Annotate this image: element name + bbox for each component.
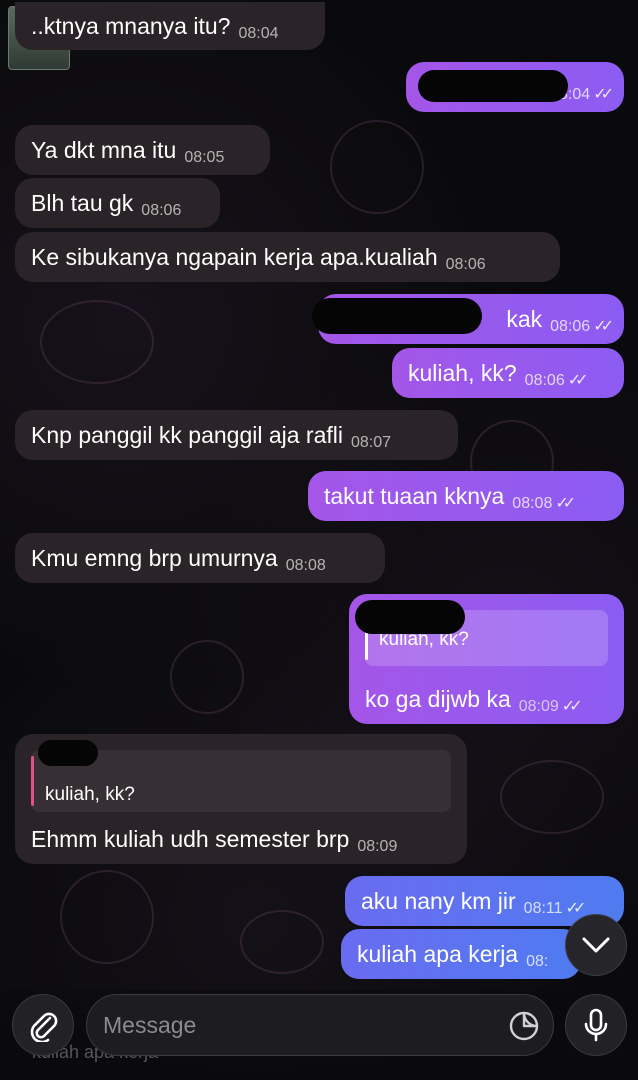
message-text: Kmu emng brp umurnya xyxy=(31,545,278,571)
sticker-icon xyxy=(509,1011,539,1041)
doodle-decoration xyxy=(500,760,604,834)
double-check-icon: ✓✓ xyxy=(561,698,583,715)
message-text: kuliah, kk? xyxy=(408,360,517,386)
message-time: 08:06 xyxy=(524,372,565,389)
message-text: Ke sibukanya ngapain kerja apa.kualiah xyxy=(31,244,438,270)
message-time: 08:06 xyxy=(141,202,182,219)
message-time: 08:05 xyxy=(184,149,225,166)
chevron-down-icon xyxy=(582,937,610,953)
redaction xyxy=(418,70,568,102)
incoming-message[interactable]: ..ktnya mnanya itu? 08:04 xyxy=(15,2,325,50)
message-time: 08:07 xyxy=(350,434,392,451)
microphone-icon xyxy=(584,1008,608,1042)
redaction xyxy=(38,740,98,766)
incoming-message[interactable]: Kmu emng brp umurnya 08:08 xyxy=(15,533,385,583)
message-text: kuliah apa kerja xyxy=(357,941,519,967)
message-time: 08:08 xyxy=(512,495,553,512)
attach-button[interactable] xyxy=(12,994,74,1056)
sticker-button[interactable] xyxy=(506,1008,542,1044)
doodle-decoration xyxy=(40,300,154,384)
incoming-message[interactable]: Ke sibukanya ngapain kerja apa.kualiah 08… xyxy=(15,232,560,282)
scroll-to-bottom-button[interactable] xyxy=(565,914,627,976)
doodle-decoration xyxy=(170,640,244,714)
outgoing-message[interactable]: takut tuaan kknya 08:08 ✓✓ xyxy=(308,471,624,521)
message-time: 08:04 xyxy=(238,25,279,42)
reply-quote-text: kuliah, kk? xyxy=(45,784,135,805)
message-text: Ehmm kuliah udh semester brp xyxy=(31,826,350,852)
double-check-icon: ✓✓ xyxy=(555,495,576,512)
doodle-decoration xyxy=(240,910,324,974)
message-time: 08:06 xyxy=(550,318,591,335)
message-time: 08:11 xyxy=(523,900,563,917)
message-text: aku nany km jir xyxy=(361,888,516,914)
message-text: Knp panggil kk panggil aja rafli xyxy=(31,422,343,448)
message-input-placeholder: Message xyxy=(103,1012,197,1038)
double-check-icon: ✓✓ xyxy=(567,372,589,389)
double-check-icon: ✓✓ xyxy=(593,86,614,103)
redaction xyxy=(355,600,465,634)
message-text: ..ktnya mnanya itu? xyxy=(31,13,231,39)
message-time: 08:06 xyxy=(445,256,486,273)
doodle-decoration xyxy=(330,120,424,214)
message-text: Ya dkt mna itu xyxy=(31,137,177,163)
paperclip-icon xyxy=(30,1012,58,1042)
message-time: 08:09 xyxy=(357,838,398,855)
doodle-decoration xyxy=(60,870,154,964)
message-time: 08:08 xyxy=(285,557,326,574)
message-input[interactable]: Message xyxy=(86,994,554,1056)
message-text: takut tuaan kknya xyxy=(324,483,505,509)
double-check-icon: ✓✓ xyxy=(565,900,587,917)
message-time: 08: xyxy=(526,953,549,970)
message-text: ko ga dijwb ka xyxy=(365,686,511,712)
voice-message-button[interactable] xyxy=(565,994,627,1056)
outgoing-message[interactable]: kuliah apa kerja 08: xyxy=(341,929,581,979)
redaction xyxy=(312,298,482,334)
message-text: Blh tau gk xyxy=(31,190,134,216)
incoming-message[interactable]: Blh tau gk 08:06 xyxy=(15,178,220,228)
message-text: kak xyxy=(506,306,543,332)
incoming-message[interactable]: Ya dkt mna itu 08:05 xyxy=(15,125,270,175)
incoming-message[interactable]: Knp panggil kk panggil aja rafli 08:07 xyxy=(15,410,458,460)
outgoing-message[interactable]: kuliah, kk? 08:06 ✓✓ xyxy=(392,348,624,398)
double-check-icon: ✓✓ xyxy=(593,318,614,335)
message-time: 08:09 xyxy=(518,698,559,715)
